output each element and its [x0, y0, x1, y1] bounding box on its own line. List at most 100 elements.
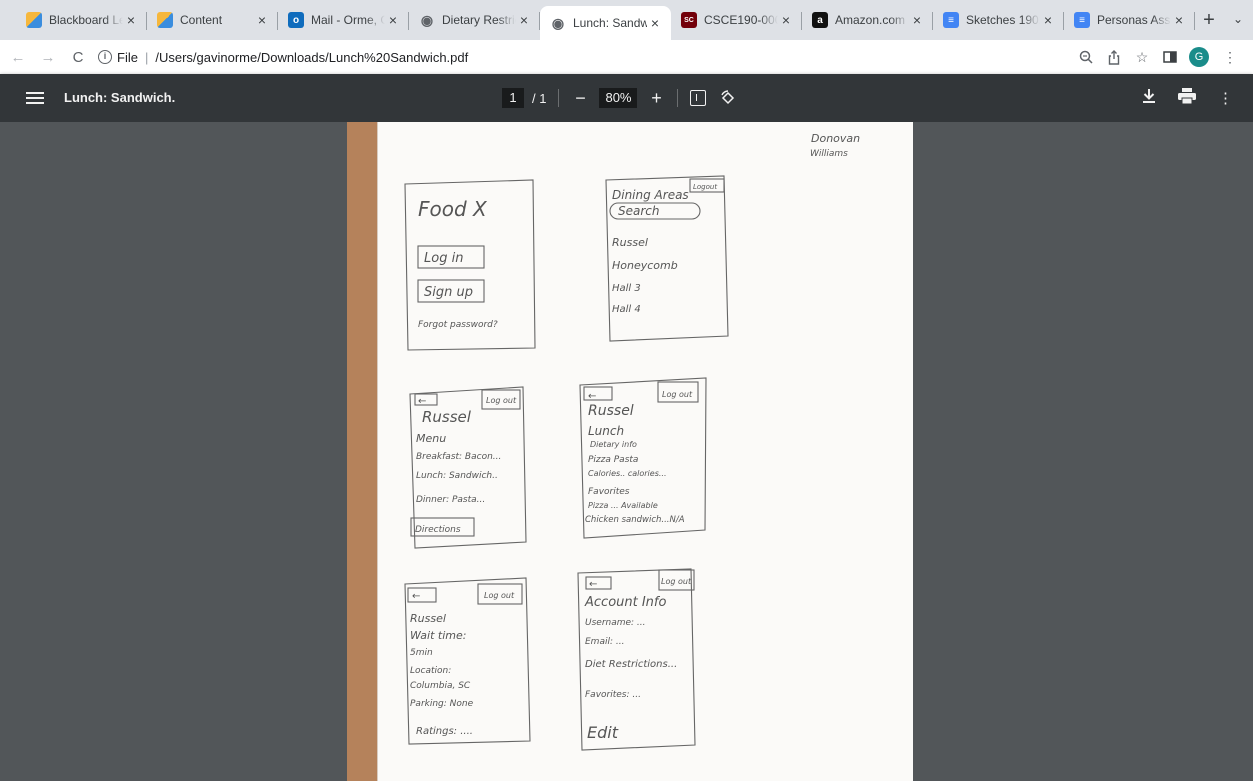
share-icon[interactable]	[1101, 45, 1127, 69]
zoom-out-button[interactable]: −	[571, 88, 589, 109]
url-text[interactable]: /Users/gavinorme/Downloads/Lunch%20Sandw…	[155, 50, 468, 65]
wait-back-arrow: ←	[412, 591, 420, 602]
wait-logout-label: Log out	[484, 591, 515, 600]
reload-icon[interactable]: C	[66, 45, 90, 69]
forgot-password-text: Forgot password?	[418, 320, 498, 330]
scanned-sketch: Donovan Williams Food X Log in Sign up F…	[377, 122, 913, 781]
menu-logout-label: Log out	[486, 396, 517, 405]
tab-3[interactable]: o Mail - Orme, Gavin×	[278, 0, 409, 40]
browser-toolbar: ← → C i File | /Users/gavinorme/Download…	[0, 40, 1253, 74]
menu-title: Russel	[422, 408, 472, 426]
tab-title: Personas Assignment	[1097, 13, 1171, 27]
page-separator: / 1	[532, 90, 547, 106]
new-tab-button[interactable]: +	[1195, 0, 1223, 40]
account-line-2: Username: ...	[585, 618, 646, 628]
lunch-line-3: Pizza Pasta	[588, 455, 638, 465]
usc-icon: SC	[681, 12, 697, 28]
tab-title: Blackboard Learn	[49, 13, 123, 27]
info-icon[interactable]: i	[98, 50, 112, 64]
wait-line-1: Russel	[410, 612, 446, 625]
close-icon[interactable]: ×	[647, 15, 663, 31]
download-icon[interactable]	[1142, 88, 1156, 108]
lunch-line-4: Calories.. calories...	[588, 469, 666, 478]
side-panel-icon[interactable]	[1157, 45, 1183, 69]
tab-7[interactable]: a Amazon.com Inc×	[802, 0, 933, 40]
author-first-name: Donovan	[811, 132, 860, 145]
dining-item-1: Russel	[612, 236, 648, 249]
account-line-4: Diet Restrictions...	[585, 659, 677, 670]
directions-label: Directions	[415, 525, 461, 535]
tab-2[interactable]: Content ×	[147, 0, 278, 40]
tab-title: Mail - Orme, Gavin	[311, 13, 385, 27]
blackboard-icon	[157, 12, 173, 28]
address-bar[interactable]: i File | /Users/gavinorme/Downloads/Lunc…	[98, 43, 1071, 71]
chevron-down-icon[interactable]: ⌄	[1233, 12, 1243, 26]
dining-logout-label: Logout	[693, 183, 717, 191]
close-icon[interactable]: ×	[909, 12, 925, 28]
menu-line-1: Menu	[416, 432, 446, 445]
tab-title: Lunch: Sandwich	[573, 16, 647, 30]
tab-9[interactable]: ≡ Personas Assignment×	[1064, 0, 1195, 40]
pdf-toolbar: Lunch: Sandwich. 1 / 1 − 80% + ⋮	[0, 74, 1253, 122]
globe-icon: ◉	[551, 14, 565, 31]
tab-8[interactable]: ≡ Sketches 1902 ×	[933, 0, 1064, 40]
tab-6[interactable]: SC CSCE190-0001×	[671, 0, 802, 40]
pdf-title: Lunch: Sandwich.	[64, 90, 176, 105]
lunch-back-arrow: ←	[588, 391, 596, 402]
close-icon[interactable]: ×	[516, 12, 532, 28]
tab-title: CSCE190-0001	[704, 13, 778, 27]
page-number-input[interactable]: 1	[502, 88, 524, 108]
dining-item-4: Hall 4	[612, 304, 641, 315]
url-divider: |	[144, 49, 149, 65]
menu-back-arrow: ←	[418, 396, 426, 407]
pdf-page: Donovan Williams Food X Log in Sign up F…	[347, 122, 913, 781]
lunch-line-2: Dietary info	[590, 440, 637, 449]
rotate-icon[interactable]	[720, 90, 736, 106]
lunch-line-6: Pizza ... Available	[588, 501, 658, 510]
profile-avatar[interactable]: G	[1189, 47, 1209, 67]
more-options-icon[interactable]: ⋮	[1218, 89, 1233, 107]
docs-icon: ≡	[1074, 12, 1090, 28]
hamburger-menu-icon[interactable]	[26, 89, 44, 107]
tab-title: Dietary Restrictions	[442, 13, 516, 27]
bookmark-star-icon[interactable]: ☆	[1129, 45, 1155, 69]
lunch-title: Russel	[588, 403, 634, 419]
account-logout-label: Log out	[661, 577, 692, 586]
tab-5[interactable]: ◉ Lunch: Sandwich×	[540, 6, 671, 40]
account-line-5: Favorites: ...	[585, 690, 641, 700]
fit-page-icon[interactable]	[690, 90, 707, 106]
close-icon[interactable]: ×	[123, 12, 139, 28]
dining-item-3: Hall 3	[612, 283, 641, 294]
login-title: Food X	[418, 197, 488, 221]
lunch-logout-label: Log out	[662, 390, 693, 399]
back-arrow-icon[interactable]: ←	[6, 45, 30, 69]
zoom-level-input[interactable]: 80%	[599, 88, 638, 108]
zoom-icon[interactable]	[1073, 45, 1099, 69]
close-icon[interactable]: ×	[254, 12, 270, 28]
wait-line-2: Wait time:	[410, 629, 466, 642]
globe-icon: ◉	[420, 11, 434, 28]
pdf-viewer-area[interactable]: Donovan Williams Food X Log in Sign up F…	[0, 122, 1253, 781]
account-line-1: Account Info	[584, 595, 666, 610]
wait-line-5: Columbia, SC	[410, 681, 471, 691]
wait-line-3: 5min	[410, 648, 433, 658]
zoom-in-button[interactable]: +	[647, 88, 665, 109]
browser-menu-icon[interactable]: ⋮	[1217, 45, 1243, 69]
close-icon[interactable]: ×	[778, 12, 794, 28]
menu-line-4: Dinner: Pasta...	[416, 495, 485, 505]
close-icon[interactable]: ×	[385, 12, 401, 28]
dining-search-label: Search	[618, 204, 660, 218]
print-icon[interactable]	[1178, 88, 1196, 108]
account-edit-label: Edit	[587, 723, 619, 742]
tab-4[interactable]: ◉ Dietary Restrictions×	[409, 0, 540, 40]
close-icon[interactable]: ×	[1171, 12, 1187, 28]
tab-title: Sketches 1902	[966, 13, 1040, 27]
tab-1[interactable]: Blackboard Learn×	[16, 0, 147, 40]
close-icon[interactable]: ×	[1040, 12, 1056, 28]
wait-line-4: Location:	[410, 666, 451, 676]
tab-title: Content	[180, 13, 223, 27]
tab-title: Amazon.com Inc	[835, 13, 909, 27]
forward-arrow-icon[interactable]: →	[36, 45, 60, 69]
author-last-name: Williams	[810, 149, 848, 159]
menu-line-3: Lunch: Sandwich..	[416, 471, 498, 481]
